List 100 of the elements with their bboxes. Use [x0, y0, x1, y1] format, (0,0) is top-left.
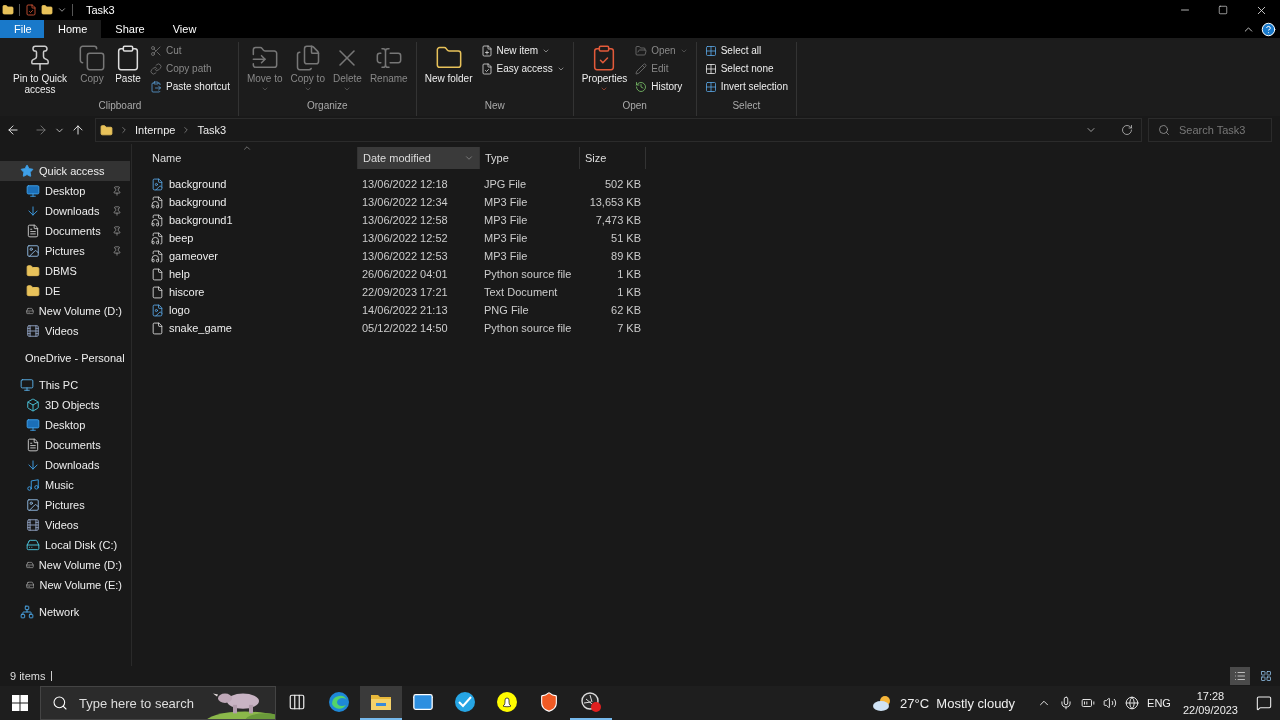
column-header[interactable]: Date modified — [358, 147, 480, 169]
back-button[interactable] — [6, 123, 20, 137]
notifications-icon[interactable] — [1256, 695, 1272, 711]
microphone-icon[interactable] — [1059, 696, 1074, 710]
file-name[interactable]: logo — [147, 303, 357, 317]
sidebar-item[interactable]: Documents — [0, 435, 130, 455]
help-button[interactable] — [1261, 20, 1276, 38]
cube-icon — [26, 398, 40, 412]
desktop-icon — [26, 418, 40, 432]
size-cell-text: 502 KB — [603, 178, 641, 190]
date-cell-text: 05/12/2022 14:50 — [361, 322, 449, 334]
caret-icon — [260, 85, 269, 93]
chevron-icon — [119, 125, 129, 135]
caret-icon — [303, 85, 312, 93]
sidebar-item[interactable]: Network — [0, 602, 130, 622]
type-cell-text: MP3 File — [483, 196, 529, 208]
taskbar-app[interactable] — [360, 686, 402, 720]
properties-icon[interactable] — [25, 4, 37, 16]
ribbon-button[interactable]: New item — [477, 42, 568, 59]
volume-icon[interactable] — [1103, 696, 1118, 710]
ribbon-button[interactable]: Invert selection — [701, 78, 791, 95]
new-folder-icon[interactable] — [41, 4, 53, 16]
ribbon-button[interactable]: Paste shortcut — [147, 78, 233, 95]
weather-widget[interactable]: 27°C Mostly cloudy — [872, 694, 1016, 712]
file-name[interactable]: beep — [147, 231, 357, 245]
date-cell-text: 13/06/2022 12:53 — [361, 250, 449, 262]
sidebar-item[interactable]: Videos — [0, 515, 130, 535]
file-name[interactable]: gameover — [147, 249, 357, 263]
back-icon — [6, 123, 20, 137]
path-icon — [150, 62, 162, 75]
text-file-icon — [151, 321, 164, 335]
file-name[interactable]: background — [147, 177, 357, 191]
type-cell-text: Python source file — [483, 268, 573, 280]
sidebar-item[interactable]: DBMS — [0, 261, 130, 281]
file-name[interactable]: hiscore — [147, 285, 357, 299]
sidebar-item[interactable]: New Volume (D:) — [0, 555, 130, 575]
sidebar-item[interactable]: Music — [0, 475, 130, 495]
breadcrumb[interactable]: Task3 — [197, 124, 227, 136]
sidebar-item[interactable]: This PC — [0, 375, 130, 395]
column-header[interactable]: Size — [580, 147, 646, 169]
sidebar-item[interactable]: Downloads — [0, 455, 130, 475]
ribbon-button[interactable]: Properties — [578, 42, 631, 95]
column-header[interactable]: Type — [480, 147, 580, 169]
sidebar-item[interactable]: DE — [0, 281, 130, 301]
sidebar-item[interactable]: Videos — [0, 321, 130, 341]
sidebar-item[interactable]: Downloads — [0, 201, 130, 221]
customize-caret-icon[interactable] — [57, 5, 67, 15]
sidebar-item[interactable]: Pictures — [0, 241, 130, 261]
browser-icon — [328, 691, 350, 713]
invert-selection-icon — [704, 80, 717, 93]
folder-icon — [100, 123, 113, 137]
type-cell-text: MP3 File — [483, 250, 529, 262]
battery-icon[interactable] — [1081, 696, 1096, 710]
search-icon — [1158, 124, 1170, 136]
file-name[interactable]: background — [147, 195, 357, 209]
language-indicator[interactable]: ENG — [1147, 697, 1171, 709]
group-label: Open — [622, 100, 647, 113]
sidebar-item[interactable]: New Volume (D:) — [0, 301, 130, 321]
ribbon-button[interactable]: New folder — [421, 42, 476, 86]
view-button[interactable] — [1230, 667, 1250, 685]
new-item-icon — [480, 44, 493, 57]
audio-file-icon — [151, 213, 164, 227]
search-field[interactable]: Search Task3 — [1148, 118, 1272, 142]
sidebar-item[interactable]: OneDrive - Personal — [0, 348, 130, 368]
clock[interactable]: 17:28 22/09/2023 — [1178, 689, 1242, 717]
forward-button[interactable] — [34, 123, 48, 137]
sidebar-item[interactable]: 3D Objects — [0, 395, 130, 415]
ribbon-button[interactable]: Paste — [111, 42, 145, 86]
up-button[interactable] — [71, 123, 85, 137]
text-file-icon — [151, 267, 164, 281]
ribbon-tab[interactable]: Share — [101, 20, 159, 38]
ribbon-button[interactable]: Easy access — [477, 60, 568, 77]
sidebar-item[interactable]: Desktop — [0, 181, 130, 201]
sidebar-item[interactable]: Quick access — [0, 161, 130, 181]
music-icon — [26, 478, 40, 492]
breadcrumb[interactable]: Internpe — [135, 124, 176, 136]
pin-icon — [112, 186, 122, 196]
file-tab[interactable]: File — [0, 20, 44, 38]
ribbon-button[interactable]: History — [632, 78, 691, 95]
sidebar-item[interactable]: New Volume (E:) — [0, 575, 130, 595]
group-label: Organize — [307, 100, 348, 113]
ribbon-button[interactable]: Select none — [701, 60, 791, 77]
ribbon-tab[interactable]: View — [158, 20, 211, 38]
edit-icon — [635, 62, 648, 75]
sidebar-item[interactable]: Pictures — [0, 495, 130, 515]
sidebar-item[interactable]: Local Disk (C:) — [0, 535, 130, 555]
sidebar-item[interactable]: Desktop — [0, 415, 130, 435]
pictures-icon — [26, 244, 40, 258]
address-bar[interactable]: Internpe Task3 — [95, 118, 1142, 142]
refresh-icon[interactable] — [1121, 124, 1133, 136]
folder-icon — [26, 284, 40, 298]
sidebar-item[interactable]: Documents — [0, 221, 130, 241]
file-name[interactable]: help — [147, 267, 357, 281]
ribbon-tab[interactable]: Home — [44, 20, 102, 38]
file-name[interactable]: background1 — [147, 213, 357, 227]
ribbon-button[interactable]: Pin to Quick access — [7, 42, 73, 97]
folder-icon — [370, 693, 392, 711]
file-name[interactable]: snake_game — [147, 321, 357, 335]
globe-icon[interactable] — [1125, 696, 1140, 710]
ribbon-button[interactable]: Select all — [701, 42, 791, 59]
